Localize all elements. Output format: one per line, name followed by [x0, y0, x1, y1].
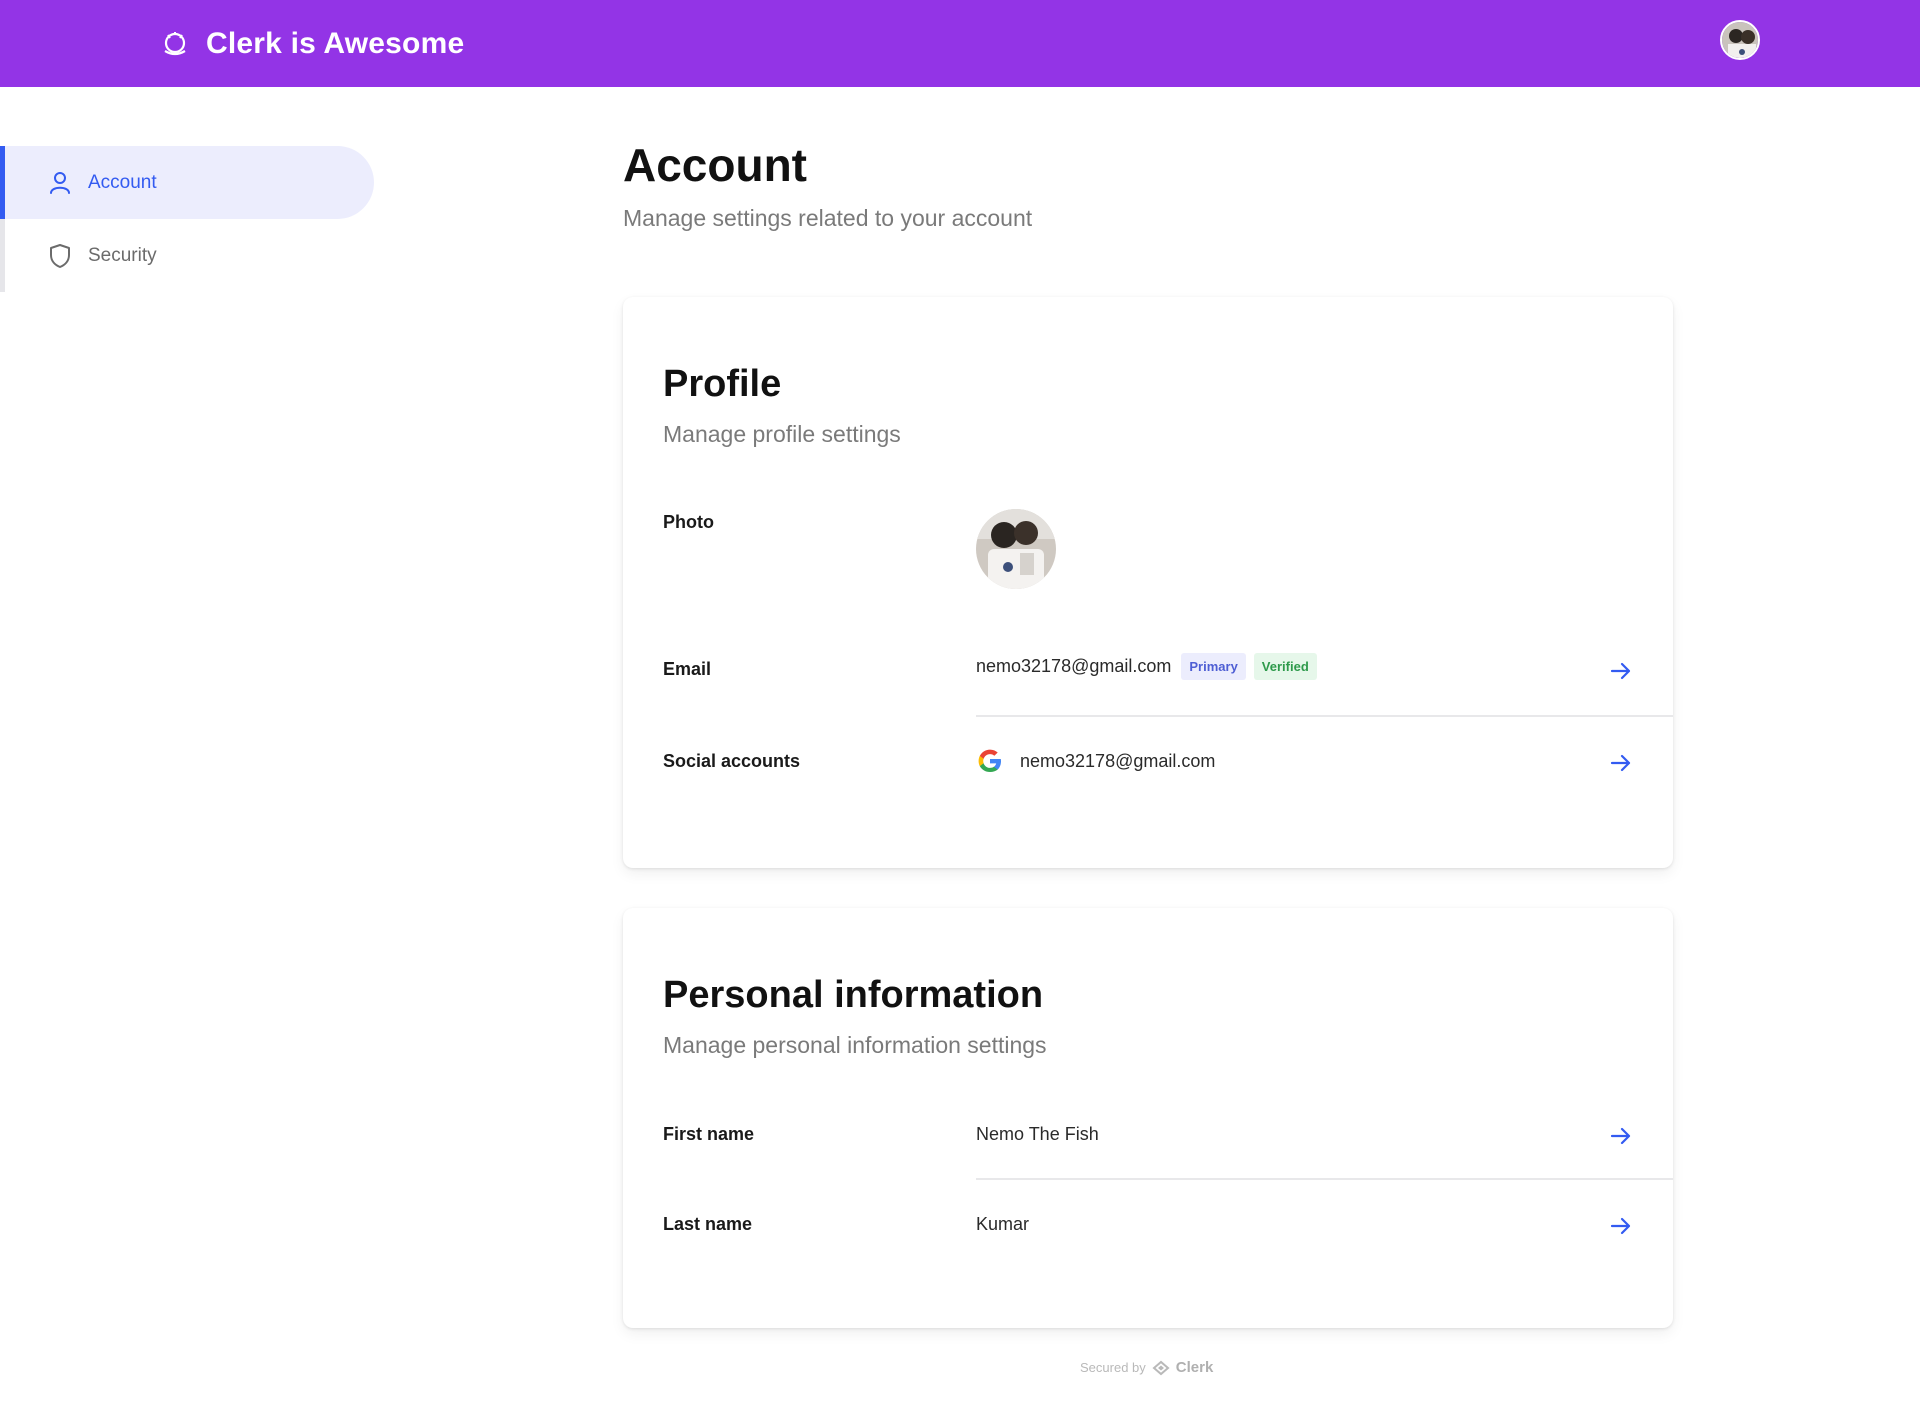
last-name-label: Last name: [663, 1214, 753, 1234]
personal-info-subtitle: Manage personal information settings: [663, 1032, 1047, 1058]
main-header: Account Manage settings related to your …: [623, 140, 1673, 232]
photo-label: Photo: [663, 512, 714, 532]
social-accounts-label: Social accounts: [663, 751, 801, 771]
last-name-row[interactable]: Last name Kumar: [663, 1212, 1673, 1242]
sidebar-item-label: Account: [88, 171, 157, 193]
profile-photo[interactable]: [976, 509, 1056, 589]
sidebar-item-account[interactable]: Account: [0, 146, 374, 219]
sidebar-nav: Account Security: [0, 146, 380, 292]
arrow-right-icon[interactable]: [1609, 1124, 1633, 1148]
first-name-value-group: Nemo The Fish: [976, 1124, 1099, 1145]
arrow-right-icon[interactable]: [1609, 1214, 1633, 1238]
last-name-value-group: Kumar: [976, 1214, 1029, 1235]
secured-by-text: Secured by: [1080, 1360, 1146, 1375]
profile-subtitle: Manage profile settings: [663, 421, 901, 447]
personal-info-title: Personal information: [663, 974, 1044, 1016]
clerk-logo-icon: [1152, 1360, 1170, 1375]
sidebar-item-label: Security: [88, 244, 157, 266]
row-divider: [976, 1178, 1673, 1180]
secured-by-footer: Secured by Clerk: [1080, 1359, 1213, 1376]
primary-badge: Primary: [1181, 653, 1246, 680]
profile-photo-image-icon: [976, 509, 1056, 589]
social-account-email: nemo32178@gmail.com: [1020, 750, 1216, 771]
first-name-value: Nemo The Fish: [976, 1124, 1099, 1144]
email-row[interactable]: Email nemo32178@gmail.com Primary Verifi…: [663, 653, 1673, 687]
page-title: Account: [623, 139, 807, 191]
first-name-label: First name: [663, 1124, 755, 1144]
profile-title: Profile: [663, 363, 782, 405]
clerk-brand-text[interactable]: Clerk: [1176, 1359, 1214, 1376]
email-value: nemo32178@gmail.com: [976, 656, 1172, 676]
email-value-group: nemo32178@gmail.com Primary Verified: [976, 653, 1317, 680]
profile-card: Profile Manage profile settings Photo Em…: [623, 297, 1673, 868]
brand-logo-icon: [164, 32, 186, 56]
arrow-right-icon[interactable]: [1609, 751, 1633, 775]
shield-icon: [50, 243, 70, 268]
email-label: Email: [663, 659, 712, 679]
top-bar: Clerk is Awesome: [0, 0, 1920, 87]
google-icon: [978, 749, 1001, 772]
user-icon: [50, 171, 70, 194]
first-name-row[interactable]: First name Nemo The Fish: [663, 1122, 1673, 1152]
verified-badge: Verified: [1253, 653, 1317, 680]
avatar-image-icon: [1722, 22, 1758, 58]
last-name-value: Kumar: [976, 1214, 1030, 1234]
row-divider: [976, 715, 1673, 717]
social-accounts-row[interactable]: Social accounts nemo32178@gmail.com: [663, 749, 1673, 779]
arrow-right-icon[interactable]: [1609, 659, 1633, 683]
user-avatar-button[interactable]: [1720, 20, 1760, 60]
personal-info-card: Personal information Manage personal inf…: [623, 908, 1673, 1328]
page-subtitle: Manage settings related to your account: [623, 204, 1033, 231]
app-title: Clerk is Awesome: [206, 27, 465, 60]
brand[interactable]: Clerk is Awesome: [160, 22, 464, 66]
sidebar-item-security[interactable]: Security: [0, 219, 380, 292]
social-value-group: nemo32178@gmail.com: [976, 747, 1215, 775]
